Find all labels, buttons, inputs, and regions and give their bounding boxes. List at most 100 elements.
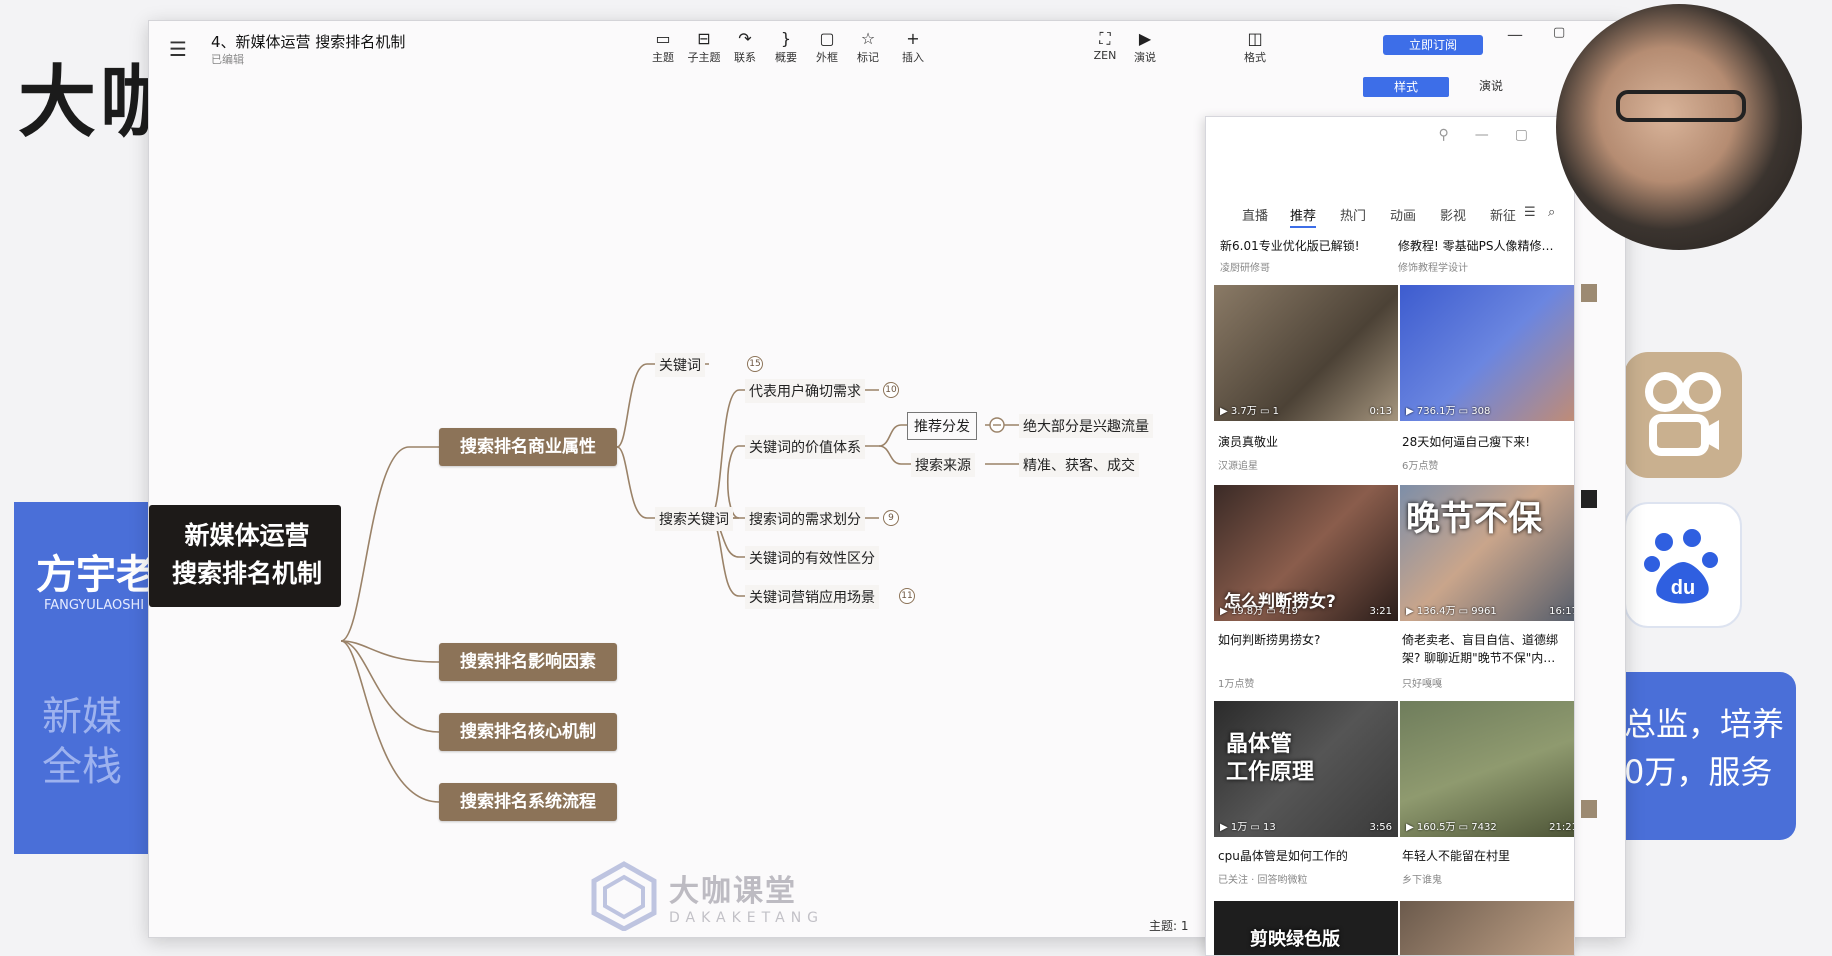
toolbar-zen-button[interactable]: ⛶ ZEN: [1083, 29, 1127, 62]
subscribe-button[interactable]: 立即订阅: [1383, 35, 1483, 55]
subtopic-icon: ⊟: [697, 29, 711, 48]
glasses-shape: [1616, 90, 1746, 122]
toolbar-summary-button[interactable]: } 概要: [764, 29, 808, 65]
toolbar-relation-button[interactable]: ↷ 联系: [723, 29, 767, 65]
background-teacher-panel: 方宇老 FANGYULAOSHI 新媒 全栈: [14, 502, 154, 854]
mindmap-canvas: 新媒体运营 搜索排名机制 搜索排名商业属性 搜索排名影响因素 搜索排名核心机制 …: [149, 81, 1209, 931]
scroll-marker[interactable]: [1581, 284, 1597, 302]
node-interest-traffic-note[interactable]: 绝大部分是兴趣流量: [1019, 414, 1153, 438]
intro-line-2: 0万，服务: [1624, 753, 1773, 791]
scroll-marker[interactable]: [1581, 490, 1597, 508]
node-keyword-value-system[interactable]: 关键词的价值体系: [745, 435, 865, 459]
node-search-demand-division[interactable]: 搜索词的需求划分: [745, 507, 865, 531]
panel-window-controls[interactable]: ⚲—▢: [1439, 127, 1554, 143]
webcam-overlay: [1556, 4, 1802, 250]
toolbar-topic-button[interactable]: ▭ 主题: [641, 29, 685, 65]
video-likes[interactable]: 6万点赞: [1402, 457, 1438, 472]
relation-icon: ↷: [738, 29, 752, 48]
plus-icon: +: [906, 29, 920, 48]
topic-commercial-attributes[interactable]: 搜索排名商业属性: [439, 428, 617, 466]
watermark: 大咖课堂 DAKAKETANG: [589, 861, 824, 931]
topic-influencing-factors[interactable]: 搜索排名影响因素: [439, 643, 617, 681]
video-title[interactable]: cpu晶体管是如何工作的: [1218, 847, 1388, 865]
intro-line-1: 总监，培养: [1624, 705, 1785, 743]
toolbar-boundary-button[interactable]: ▢ 外框: [805, 29, 849, 65]
tab-speak[interactable]: 演说: [1479, 77, 1503, 94]
video-title[interactable]: 新6.01专业优化版已解锁!: [1220, 237, 1390, 255]
video-thumbnail[interactable]: ▶ 160.5万 ▭ 743221:21: [1400, 701, 1574, 837]
format-panel-icon: ◫: [1247, 29, 1263, 48]
dakaketang-logo-icon: [591, 861, 657, 931]
topic-core-mechanism[interactable]: 搜索排名核心机制: [439, 713, 617, 751]
video-author[interactable]: 乡下谁鬼: [1402, 871, 1442, 886]
video-author[interactable]: 汉源追星: [1218, 457, 1258, 472]
background-intro-card: 总监，培养 0万，服务: [1600, 672, 1796, 840]
topic-icon: ▭: [655, 29, 671, 48]
subtopic-count-badge[interactable]: 9: [883, 510, 899, 526]
video-feed-panel: ⚲—▢ 直播 推荐 热门 动画 影视 新征 ☰ ⌕ 新6.01专业优化版已解锁!…: [1205, 116, 1575, 956]
video-title[interactable]: 如何判断捞男捞女?: [1218, 631, 1388, 649]
panel-scroll-indicators: [1575, 240, 1603, 920]
video-thumbnail[interactable]: ▶ 736.1万 ▭ 308: [1400, 285, 1574, 421]
search-icon[interactable]: ⌕: [1548, 205, 1555, 220]
node-user-needs[interactable]: 代表用户确切需求: [745, 379, 865, 403]
video-title[interactable]: 修教程! 零基础PS人像精修…: [1398, 237, 1568, 255]
topic-system-flow[interactable]: 搜索排名系统流程: [439, 783, 617, 821]
teacher-pinyin: FANGYULAOSHI: [44, 598, 145, 613]
tab-animation[interactable]: 动画: [1390, 205, 1416, 224]
video-title[interactable]: 年轻人不能留在村里: [1402, 847, 1572, 865]
scroll-marker[interactable]: [1581, 800, 1597, 818]
document-title: 4、新媒体运营 搜索排名机制: [211, 33, 406, 51]
video-thumbnail[interactable]: ▶ 3.7万 ▭ 1 0:13: [1214, 285, 1398, 421]
toolbar-format-button[interactable]: ◫ 格式: [1233, 29, 1277, 65]
video-author[interactable]: 修饰教程学设计: [1398, 259, 1468, 274]
subtopic-keyword[interactable]: 关键词: [655, 353, 705, 377]
video-title[interactable]: 28天如何逼自己瘦下来!: [1402, 433, 1572, 451]
video-title[interactable]: 演员真敬业: [1218, 433, 1388, 451]
watermark-text: 大咖课堂: [669, 874, 797, 909]
tabs-menu-icon[interactable]: ☰: [1524, 205, 1536, 220]
video-author[interactable]: 已关注 · 回答哟微粒: [1218, 871, 1308, 886]
video-thumbnail[interactable]: 晚节不保 ▶ 136.4万 ▭ 996116:17: [1400, 485, 1574, 621]
tab-new[interactable]: 新征: [1490, 205, 1516, 224]
hamburger-menu-icon[interactable]: ☰: [169, 37, 187, 61]
teacher-name: 方宇老: [36, 552, 154, 598]
toolbar-marker-button[interactable]: ☆ 标记: [846, 29, 890, 65]
teacher-faint-text: 新媒 全栈: [42, 694, 122, 790]
zen-icon: ⛶: [1099, 29, 1111, 48]
summary-icon: }: [780, 29, 792, 48]
video-thumbnail[interactable]: 晶体管 工作原理 ▶ 1万 ▭ 13 3:56: [1214, 701, 1398, 837]
toolbar-present-button[interactable]: ▶ 演说: [1123, 29, 1167, 65]
video-thumbnail[interactable]: [1400, 901, 1574, 955]
tab-live[interactable]: 直播: [1242, 205, 1268, 224]
tab-style[interactable]: 样式: [1363, 77, 1449, 97]
subtopic-search-keyword[interactable]: 搜索关键词: [655, 507, 733, 531]
boundary-icon: ▢: [819, 29, 835, 48]
tab-hot[interactable]: 热门: [1340, 205, 1366, 224]
mindmap-root-node[interactable]: 新媒体运营 搜索排名机制: [149, 505, 341, 607]
tab-film[interactable]: 影视: [1440, 205, 1466, 224]
node-search-source[interactable]: 搜索来源: [911, 453, 975, 477]
minimize-icon[interactable]: —: [1507, 25, 1523, 44]
video-thumbnail[interactable]: 怎么判断捞女? ▶ 19.8万 ▭ 419 3:21: [1214, 485, 1398, 621]
video-title[interactable]: 倚老卖老、盲目自信、道德绑架? 聊聊近期"晚节不保"内…: [1402, 631, 1572, 667]
subtopic-count-badge[interactable]: 10: [883, 382, 899, 398]
node-recommend-distribution[interactable]: 推荐分发: [907, 412, 977, 440]
tab-recommend[interactable]: 推荐: [1290, 205, 1317, 228]
toolbar-subtopic-button[interactable]: ⊟ 子主题: [682, 29, 726, 65]
video-author[interactable]: 只好嘎嘎: [1402, 675, 1442, 690]
node-keyword-marketing-scenarios[interactable]: 关键词营销应用场景: [745, 585, 879, 609]
star-icon: ☆: [860, 29, 876, 48]
status-bar-topic-count: 主题: 1: [1149, 919, 1189, 933]
video-author[interactable]: 凌厨研修哥: [1220, 259, 1270, 274]
maximize-icon[interactable]: ▢: [1553, 25, 1565, 40]
svg-text:du: du: [1671, 577, 1695, 599]
subtopic-count-badge[interactable]: 15: [747, 356, 763, 372]
video-thumbnail[interactable]: 剪映绿色版: [1214, 901, 1398, 955]
toolbar-insert-button[interactable]: + 插入: [891, 29, 935, 65]
toolbar: ☰ 4、新媒体运营 搜索排名机制 已编辑 ▭ 主题 ⊟ 子主题 ↷ 联系 } 概要 ▢ 外…: [149, 21, 1625, 81]
video-likes[interactable]: 1万点赞: [1218, 675, 1254, 690]
subtopic-count-badge[interactable]: 11: [899, 588, 915, 604]
node-keyword-validity[interactable]: 关键词的有效性区分: [745, 546, 879, 570]
node-precise-conversion-note[interactable]: 精准、获客、成交: [1019, 453, 1139, 477]
